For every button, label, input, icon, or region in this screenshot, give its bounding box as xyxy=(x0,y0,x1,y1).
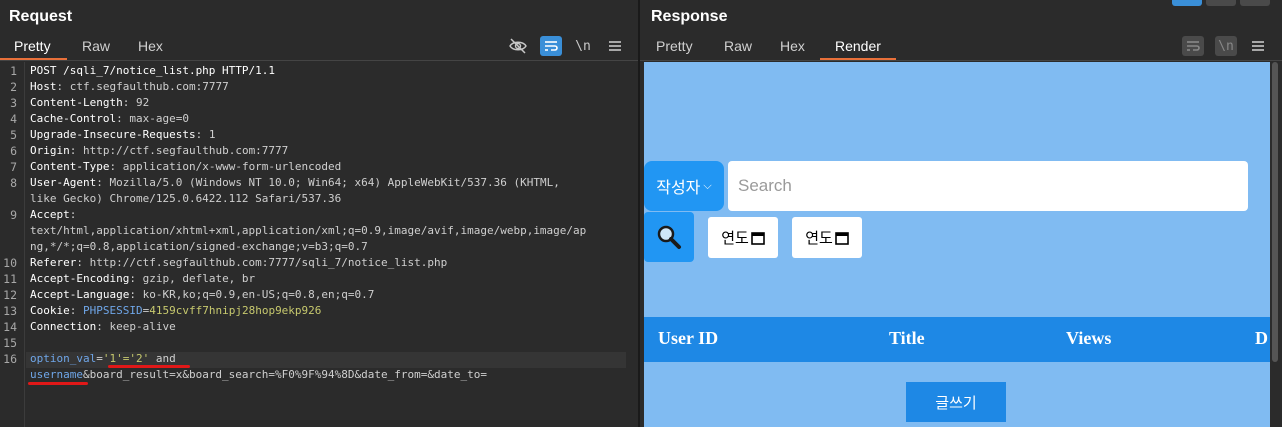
request-pane: Request Pretty Raw Hex \n 1 2 3 4 5 6 7 … xyxy=(0,0,638,427)
tab-raw[interactable]: Raw xyxy=(82,38,110,54)
tab-render[interactable]: Render xyxy=(835,38,881,54)
write-button[interactable]: 글쓰기 xyxy=(906,382,1006,422)
search-field-select[interactable]: 작성자 ⌵ xyxy=(644,161,724,211)
rendered-page: 작성자 ⌵ Search 연도 연도 User ID Title Views D… xyxy=(644,62,1270,427)
header-line-cont: text/html,application/xhtml+xml,applicat… xyxy=(30,224,587,237)
layout-toggle[interactable] xyxy=(1172,0,1202,6)
response-pane: Response Pretty Raw Hex Render \n 작성자 ⌵ … xyxy=(640,0,1282,427)
header-line: Accept: xyxy=(30,208,83,221)
request-title: Request xyxy=(9,8,73,25)
date-to-input[interactable]: 연도 xyxy=(792,217,862,258)
red-underline-annotation xyxy=(28,382,88,385)
tab-hex[interactable]: Hex xyxy=(138,38,163,54)
header-line: User-Agent: Mozilla/5.0 (Windows NT 10.0… xyxy=(30,176,560,189)
header-line: Referer: http://ctf.segfaulthub.com:7777… xyxy=(30,256,448,269)
header-line: Accept-Encoding: gzip, deflate, br xyxy=(30,272,256,285)
search-button[interactable] xyxy=(644,212,694,262)
col-title: Title xyxy=(889,328,925,348)
col-views: Views xyxy=(1066,328,1112,348)
menu-icon[interactable] xyxy=(1247,36,1269,56)
tab-pretty[interactable]: Pretty xyxy=(14,38,51,54)
header-line: Upgrade-Insecure-Requests: 1 xyxy=(30,128,216,141)
eye-off-icon[interactable] xyxy=(507,36,529,56)
calendar-icon xyxy=(834,231,849,245)
render-scrollbar[interactable] xyxy=(1271,62,1279,427)
table-header: User ID Title Views D xyxy=(644,317,1270,362)
header-line: Content-Type: application/x-www-form-url… xyxy=(30,160,342,173)
tab-hex[interactable]: Hex xyxy=(780,38,805,54)
cookie-line: Cookie: PHPSESSID=4159cvff7hnipj28hop9ek… xyxy=(30,304,322,317)
col-user-id: User ID xyxy=(658,328,719,348)
menu-icon[interactable] xyxy=(604,36,626,56)
header-line-cont: like Gecko) Chrome/125.0.6422.112 Safari… xyxy=(30,192,342,205)
tab-raw[interactable]: Raw xyxy=(724,38,752,54)
layout-toggle[interactable] xyxy=(1206,0,1236,6)
layout-toggle[interactable] xyxy=(1240,0,1270,6)
header-line: Host: ctf.segfaulthub.com:7777 xyxy=(30,80,229,93)
line-number-gutter: 1 2 3 4 5 6 7 8 9 10 11 12 13 14 15 16 xyxy=(0,62,25,427)
newline-toggle-icon[interactable]: \n xyxy=(572,36,594,56)
request-line: POST /sqli_7/notice_list.php HTTP/1.1 xyxy=(30,64,276,77)
search-input[interactable]: Search xyxy=(728,161,1248,211)
tab-pretty[interactable]: Pretty xyxy=(656,38,693,54)
word-wrap-icon[interactable] xyxy=(1182,36,1204,56)
header-line: Cache-Control: max-age=0 xyxy=(30,112,189,125)
header-line: Connection: keep-alive xyxy=(30,320,176,333)
header-line: Content-Length: 92 xyxy=(30,96,150,109)
calendar-icon xyxy=(750,231,765,245)
body-param-line-cont: username&board_result=x&board_search=%F0… xyxy=(30,368,487,381)
date-from-input[interactable]: 연도 xyxy=(708,217,778,258)
chevron-down-icon: ⌵ xyxy=(703,179,712,192)
newline-toggle-icon[interactable]: \n xyxy=(1215,36,1237,56)
magnifier-icon xyxy=(657,225,681,249)
response-title: Response xyxy=(651,8,728,25)
word-wrap-icon[interactable] xyxy=(540,36,562,56)
header-line: Accept-Language: ko-KR,ko;q=0.9,en-US;q=… xyxy=(30,288,375,301)
col-date: D xyxy=(1255,328,1268,348)
header-line-cont: ng,*/*;q=0.8,application/signed-exchange… xyxy=(30,240,368,253)
header-line: Origin: http://ctf.segfaulthub.com:7777 xyxy=(30,144,289,157)
red-underline-annotation xyxy=(108,365,190,368)
